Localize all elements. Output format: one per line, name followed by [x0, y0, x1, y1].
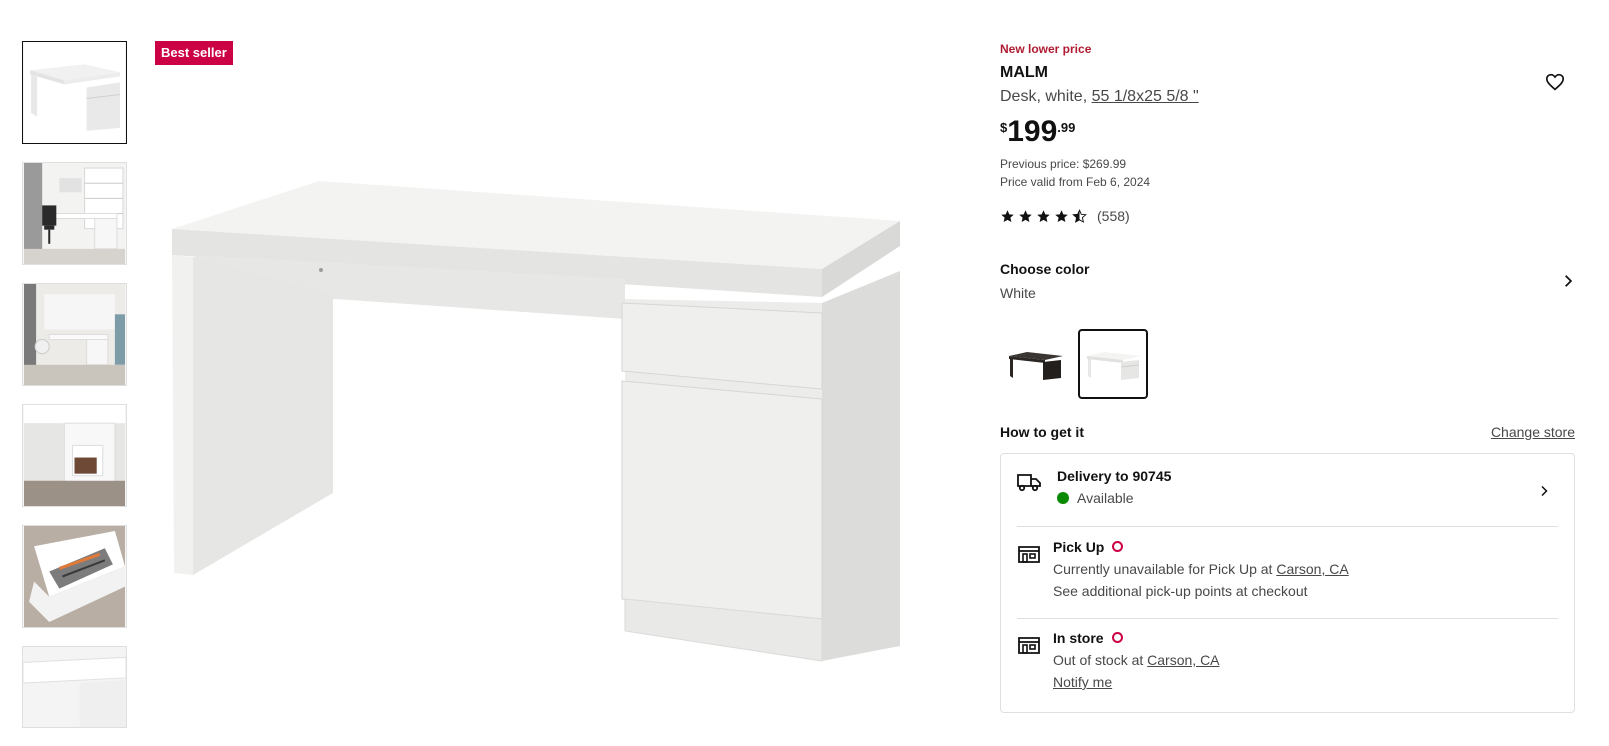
product-size-link[interactable]: 55 1/8x25 5/8 "	[1092, 88, 1199, 105]
thumbnail-list	[22, 41, 127, 728]
product-name: MALM	[1000, 64, 1048, 81]
notify-me-row: Notify me	[1053, 674, 1558, 690]
change-store-link[interactable]: Change store	[1491, 424, 1575, 440]
drawer-thumbnail-image	[24, 526, 125, 627]
pickup-unavailable-text: Currently unavailable for Pick Up at	[1053, 561, 1277, 577]
delivery-option[interactable]: Delivery to 90745 Available	[1017, 468, 1558, 520]
choose-color-title: Choose color	[1000, 261, 1090, 277]
thumbnail-drawer-closeup[interactable]	[22, 525, 127, 628]
color-swatches	[1000, 329, 1148, 399]
instore-out-of-stock-text: Out of stock at	[1053, 652, 1148, 668]
color-swatch-black-brown[interactable]	[1000, 329, 1070, 399]
black-brown-desk-image	[1009, 352, 1063, 380]
rating-summary[interactable]: (558)	[1000, 208, 1130, 224]
heart-icon	[1545, 73, 1565, 91]
available-status-dot	[1057, 492, 1069, 504]
choose-color-button[interactable]: Choose color White	[1000, 261, 1575, 305]
instore-store-link[interactable]: Carson, CA	[1147, 652, 1219, 668]
thumbnail-cabinet-closeup[interactable]	[22, 404, 127, 507]
desk-edge-thumbnail-image	[23, 647, 126, 727]
chevron-right-icon	[1565, 275, 1573, 287]
add-to-wishlist-button[interactable]	[1535, 70, 1575, 94]
thumbnail-room-scene[interactable]	[22, 283, 127, 386]
thumbnail-desk-white[interactable]	[22, 41, 127, 144]
office-scene-thumbnail-image	[24, 163, 125, 264]
pickup-title-row: Pick Up	[1053, 539, 1558, 555]
how-to-get-it-header: How to get it Change store	[1000, 424, 1575, 442]
desk-illustration	[172, 181, 900, 662]
store-icon	[1018, 546, 1040, 563]
instore-title: In store	[1053, 630, 1104, 646]
product-info-panel: New lower price MALM Desk, white, 55 1/8…	[1000, 0, 1575, 746]
pickup-option: Pick Up Currently unavailable for Pick U…	[1017, 539, 1558, 609]
selected-color-value: White	[1000, 285, 1036, 301]
color-swatch-white[interactable]	[1078, 329, 1148, 399]
room-scene-thumbnail-image	[24, 284, 125, 385]
previous-price: Previous price: $269.99	[1000, 157, 1127, 171]
cabinet-thumbnail-image	[24, 405, 125, 506]
product-description: Desk, white, 55 1/8x25 5/8 "	[1000, 88, 1199, 106]
rating-count: (558)	[1097, 208, 1130, 224]
instore-option: In store Out of stock at Carson, CA Noti…	[1017, 630, 1558, 700]
price-decimal: .99	[1057, 120, 1076, 135]
instore-stock-line: Out of stock at Carson, CA	[1053, 652, 1558, 668]
pickup-store-line: Currently unavailable for Pick Up at Car…	[1053, 561, 1558, 577]
divider	[1017, 618, 1558, 619]
price-currency: $	[1000, 120, 1008, 135]
main-product-image: Best seller	[155, 41, 945, 731]
out-of-stock-status-ring	[1111, 632, 1123, 643]
delivery-status-text: Available	[1077, 490, 1134, 506]
unavailable-status-ring	[1112, 541, 1124, 552]
star-icon	[1037, 209, 1050, 222]
current-price: $ 199 .99	[1000, 114, 1075, 150]
best-seller-badge: Best seller	[155, 41, 233, 65]
pickup-additional-points: See additional pick-up points at checkou…	[1053, 583, 1308, 599]
delivery-status: Available	[1057, 490, 1558, 506]
desk-thumbnail-image	[24, 42, 125, 143]
delivery-title: Delivery to 90745	[1057, 468, 1172, 484]
new-lower-price-label: New lower price	[1000, 42, 1092, 56]
store-icon	[1018, 637, 1040, 654]
half-star-icon	[1072, 208, 1087, 223]
instore-title-row: In store	[1053, 630, 1558, 646]
notify-me-link[interactable]: Notify me	[1053, 674, 1112, 690]
divider	[1017, 526, 1558, 527]
star-icon	[1001, 209, 1014, 222]
pickup-title: Pick Up	[1053, 539, 1105, 555]
white-desk-image	[1087, 352, 1141, 380]
chevron-right-icon	[1541, 485, 1548, 497]
price-valid-date: Price valid from Feb 6, 2024	[1000, 175, 1151, 189]
truck-icon	[1017, 474, 1041, 492]
star-icon	[1055, 209, 1068, 222]
thumbnail-office-scene[interactable]	[22, 162, 127, 265]
product-description-text: Desk, white,	[1000, 88, 1092, 105]
rating-stars	[1000, 208, 1087, 224]
thumbnail-desk-edge[interactable]	[22, 646, 127, 728]
price-integer: 199	[1007, 115, 1058, 148]
pickup-store-link[interactable]: Carson, CA	[1276, 561, 1348, 577]
fulfillment-options: Delivery to 90745 Available Pick Up Curr…	[1000, 453, 1575, 713]
star-icon	[1019, 209, 1032, 222]
how-to-get-it-title: How to get it	[1000, 424, 1084, 440]
